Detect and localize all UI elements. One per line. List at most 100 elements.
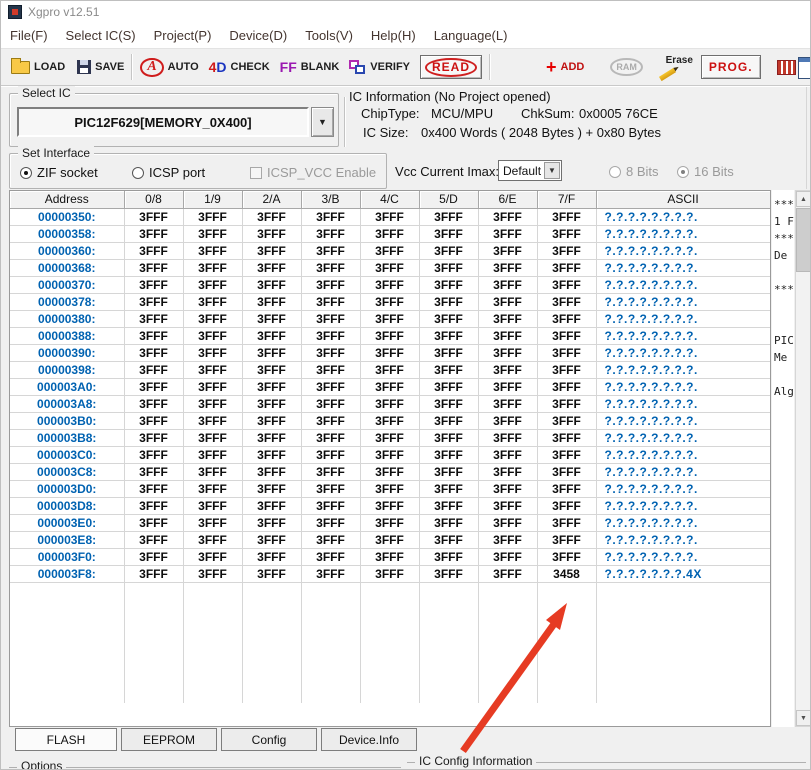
hex-ascii-cell[interactable]: ?.?.?.?.?.?.?.?. [596,225,770,242]
hex-value-cell[interactable]: 3FFF [183,463,242,480]
hex-address-cell[interactable]: 000003C0: [10,446,124,463]
hex-value-cell[interactable]: 3FFF [478,531,537,548]
hex-value-cell[interactable]: 3FFF [124,208,183,225]
hex-value-cell[interactable]: 3FFF [360,242,419,259]
menu-item-language[interactable]: Language(L) [425,23,517,49]
hex-value-cell[interactable]: 3FFF [183,276,242,293]
menu-item-select-ic[interactable]: Select IC(S) [57,23,145,49]
hex-value-cell[interactable]: 3FFF [419,463,478,480]
tab-flash[interactable]: FLASH [15,728,117,751]
hex-value-cell[interactable]: 3FFF [301,565,360,582]
hex-value-cell[interactable]: 3FFF [360,446,419,463]
hex-value-cell[interactable]: 3FFF [242,497,301,514]
hex-value-cell[interactable]: 3FFF [537,310,596,327]
hex-value-cell[interactable]: 3FFF [124,565,183,582]
hex-value-cell[interactable]: 3FFF [419,429,478,446]
hex-value-cell[interactable]: 3FFF [419,446,478,463]
menu-item-project[interactable]: Project(P) [145,23,221,49]
icsp-port-radio[interactable]: ICSP port [132,165,205,180]
hex-value-cell[interactable]: 3FFF [419,361,478,378]
hex-value-cell[interactable]: 3FFF [478,208,537,225]
hex-value-cell[interactable]: 3FFF [478,378,537,395]
hex-value-cell[interactable]: 3FFF [301,259,360,276]
hex-ascii-cell[interactable]: ?.?.?.?.?.?.?.?. [596,327,770,344]
hex-value-cell[interactable]: 3FFF [537,446,596,463]
hex-value-cell[interactable]: 3FFF [242,293,301,310]
hex-address-cell[interactable]: 00000370: [10,276,124,293]
hex-value-cell[interactable]: 3FFF [301,463,360,480]
hex-value-cell[interactable]: 3FFF [419,225,478,242]
hex-value-cell[interactable]: 3FFF [242,327,301,344]
tab-device-info[interactable]: Device.Info [321,728,417,751]
hex-value-cell[interactable]: 3FFF [242,378,301,395]
hex-value-cell[interactable]: 3FFF [360,259,419,276]
hex-address-cell[interactable]: 000003B8: [10,429,124,446]
hex-value-cell[interactable]: 3FFF [360,463,419,480]
hex-ascii-cell[interactable]: ?.?.?.?.?.?.?.?. [596,276,770,293]
hex-value-cell[interactable]: 3FFF [419,242,478,259]
hex-value-cell[interactable]: 3FFF [478,463,537,480]
hex-value-cell[interactable]: 3FFF [537,497,596,514]
hex-address-cell[interactable]: 000003F0: [10,548,124,565]
hex-value-cell[interactable]: 3FFF [301,327,360,344]
hex-ascii-cell[interactable]: ?.?.?.?.?.?.?.?. [596,344,770,361]
hex-value-cell[interactable]: 3FFF [124,497,183,514]
tab-config[interactable]: Config [221,728,317,751]
hex-address-cell[interactable]: 00000390: [10,344,124,361]
vertical-scrollbar[interactable]: ▲ ▼ [795,190,811,727]
hex-value-cell[interactable]: 3FFF [124,514,183,531]
hex-value-cell[interactable]: 3FFF [183,378,242,395]
hex-value-cell[interactable]: 3FFF [183,225,242,242]
scroll-down-button[interactable]: ▼ [796,710,811,726]
hex-value-cell[interactable]: 3FFF [360,361,419,378]
menu-item-file[interactable]: File(F) [1,23,57,49]
hex-value-cell[interactable]: 3FFF [478,565,537,582]
scroll-up-button[interactable]: ▲ [796,191,811,207]
hex-address-cell[interactable]: 000003E0: [10,514,124,531]
hex-value-cell[interactable]: 3FFF [360,327,419,344]
hex-value-cell[interactable]: 3FFF [242,208,301,225]
zif-socket-radio[interactable]: ZIF socket [20,165,98,180]
vcc-current-dropdown[interactable]: Default ▼ [498,160,562,181]
hex-value-cell[interactable]: 3FFF [360,225,419,242]
hex-value-cell[interactable]: 3FFF [419,412,478,429]
hex-value-cell[interactable]: 3FFF [478,412,537,429]
hex-value-cell[interactable]: 3FFF [360,293,419,310]
hex-ascii-cell[interactable]: ?.?.?.?.?.?.?.?. [596,378,770,395]
hex-value-cell[interactable]: 3FFF [183,480,242,497]
hex-ascii-cell[interactable]: ?.?.?.?.?.?.?.?. [596,412,770,429]
hex-value-cell[interactable]: 3FFF [301,446,360,463]
hex-value-cell[interactable]: 3FFF [242,514,301,531]
hex-value-cell[interactable]: 3FFF [419,514,478,531]
hex-value-cell[interactable]: 3FFF [124,344,183,361]
hex-value-cell[interactable]: 3FFF [478,293,537,310]
hex-value-cell[interactable]: 3FFF [242,259,301,276]
hex-ascii-cell[interactable]: ?.?.?.?.?.?.?.4X [596,565,770,582]
hex-value-cell[interactable]: 3FFF [478,259,537,276]
hex-value-cell[interactable]: 3FFF [301,344,360,361]
hex-value-cell[interactable]: 3FFF [124,276,183,293]
hex-value-cell[interactable]: 3FFF [301,531,360,548]
hex-value-cell[interactable]: 3FFF [242,480,301,497]
hex-value-cell[interactable]: 3FFF [301,242,360,259]
hex-value-cell[interactable]: 3FFF [537,514,596,531]
save-button[interactable]: SAVE [77,60,124,74]
hex-ascii-cell[interactable]: ?.?.?.?.?.?.?.?. [596,531,770,548]
hex-value-cell[interactable]: 3FFF [183,514,242,531]
hex-value-cell[interactable]: 3FFF [478,242,537,259]
hex-value-cell[interactable]: 3FFF [124,531,183,548]
tab-eeprom[interactable]: EEPROM [121,728,217,751]
hex-ascii-cell[interactable]: ?.?.?.?.?.?.?.?. [596,242,770,259]
hex-value-cell[interactable]: 3FFF [360,276,419,293]
hex-value-cell[interactable]: 3FFF [183,395,242,412]
verify-button[interactable]: VERIFY [349,60,410,75]
hex-value-cell[interactable]: 3FFF [419,327,478,344]
hex-value-cell[interactable]: 3FFF [301,395,360,412]
hex-value-cell[interactable]: 3FFF [537,293,596,310]
hex-value-cell[interactable]: 3FFF [124,242,183,259]
hex-value-cell[interactable]: 3FFF [124,293,183,310]
hex-value-cell[interactable]: 3FFF [183,548,242,565]
icsp-vcc-checkbox[interactable]: ICSP_VCC Enable [250,165,376,180]
hex-value-cell[interactable]: 3FFF [301,361,360,378]
hex-address-cell[interactable]: 00000358: [10,225,124,242]
